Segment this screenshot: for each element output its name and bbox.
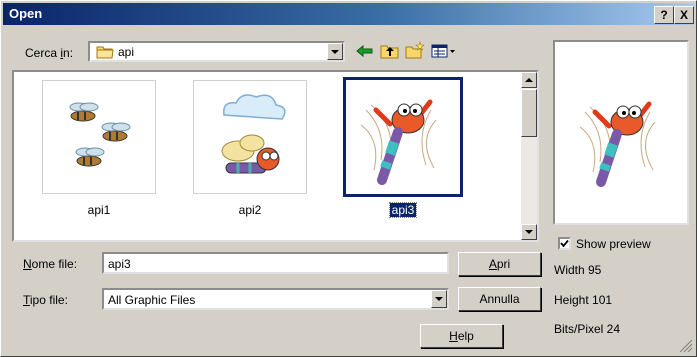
- file-label-api2[interactable]: api2: [193, 203, 307, 217]
- folder-icon: [96, 45, 114, 62]
- new-folder-icon: [405, 41, 425, 59]
- title-bar[interactable]: Open ? X: [3, 3, 694, 25]
- back-button[interactable]: [354, 41, 376, 61]
- file-thumb-api3[interactable]: [343, 77, 463, 197]
- look-in-dropdown-button[interactable]: [327, 43, 343, 60]
- filetype-dropdown-button[interactable]: [431, 290, 447, 308]
- arrow-down-icon: [525, 230, 533, 234]
- new-folder-button[interactable]: [404, 41, 426, 61]
- chevron-down-icon: [435, 297, 443, 301]
- resize-grip-icon[interactable]: [679, 339, 693, 353]
- scroll-up-button[interactable]: [521, 72, 537, 88]
- help-button[interactable]: Help: [420, 324, 503, 348]
- file-list[interactable]: api1 api2 api3: [12, 70, 539, 242]
- filetype-label: Tipo file:: [23, 293, 68, 307]
- view-menu-icon: [431, 44, 455, 58]
- look-in-value: api: [118, 45, 135, 59]
- up-folder-button[interactable]: [379, 41, 401, 61]
- close-button[interactable]: X: [674, 6, 694, 24]
- checkmark-icon: [560, 239, 569, 248]
- file-list-scrollbar[interactable]: [521, 72, 537, 240]
- scroll-thumb[interactable]: [521, 89, 537, 137]
- look-in-label: Cerca in:: [25, 46, 74, 60]
- help-title-button[interactable]: ?: [654, 6, 674, 24]
- view-menu-button[interactable]: [430, 41, 458, 61]
- file-thumb-api2[interactable]: [193, 80, 307, 194]
- open-button[interactable]: Apri: [458, 252, 541, 276]
- look-in-combo[interactable]: api: [88, 41, 345, 62]
- filename-input[interactable]: api3: [102, 252, 449, 274]
- arrow-up-icon: [525, 78, 533, 82]
- dragonfly-thumbnail: [360, 99, 437, 185]
- cancel-button[interactable]: Annulla: [458, 287, 541, 311]
- open-dialog: Open ? X Cerca in: api api1 api2 api3 No…: [0, 0, 697, 357]
- file-label-api3[interactable]: api3: [346, 202, 460, 218]
- filetype-value: All Graphic Files: [108, 293, 196, 307]
- filename-label: Nome file:: [23, 257, 78, 271]
- back-arrow-icon: [356, 44, 373, 58]
- show-preview-label[interactable]: Show preview: [576, 237, 651, 251]
- preview-pane: [553, 40, 689, 225]
- up-folder-icon: [380, 45, 399, 59]
- bee-cloud-thumbnail: [221, 94, 286, 174]
- preview-width: Width 95: [554, 263, 602, 277]
- scroll-down-button[interactable]: [521, 224, 537, 240]
- bees-thumbnail: [69, 102, 131, 167]
- dialog-title: Open: [9, 6, 43, 21]
- filetype-combo[interactable]: All Graphic Files: [102, 288, 449, 310]
- file-label-api1[interactable]: api1: [42, 203, 156, 217]
- preview-bits-per-pixel: Bits/Pixel 24: [554, 322, 621, 336]
- show-preview-checkbox[interactable]: [558, 237, 571, 250]
- file-thumb-api1[interactable]: [42, 80, 156, 194]
- preview-image: [579, 101, 656, 187]
- preview-height: Height 101: [554, 293, 613, 307]
- chevron-down-icon: [331, 50, 339, 54]
